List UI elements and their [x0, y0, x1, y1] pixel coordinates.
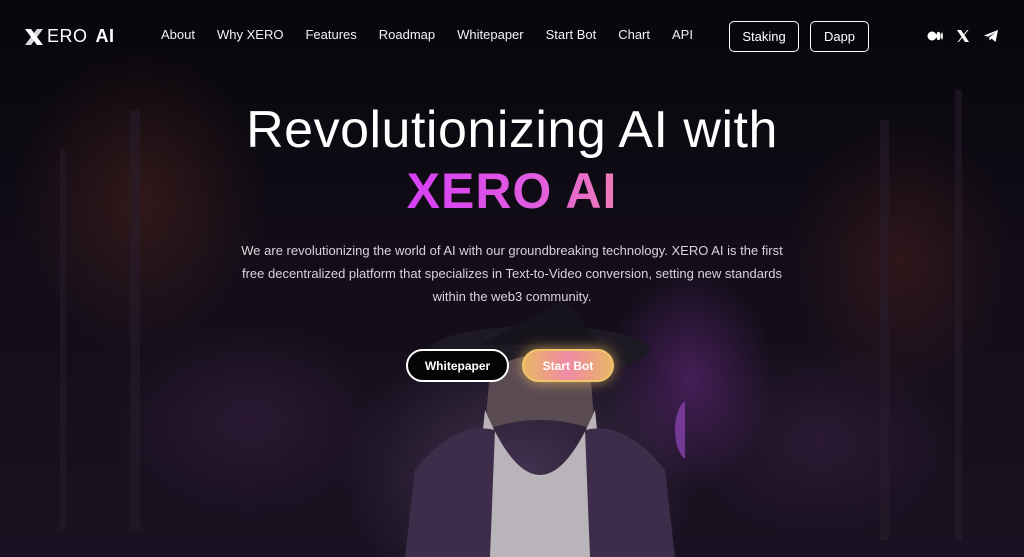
- nav-link-features[interactable]: Features: [305, 27, 356, 42]
- x-logo-icon: [25, 28, 43, 45]
- top-navbar: ERO AI About Why XERO Features Roadmap W…: [0, 0, 1024, 72]
- nav-link-whitepaper[interactable]: Whitepaper: [457, 27, 523, 42]
- medium-icon[interactable]: [927, 28, 943, 44]
- nav-link-why-xero[interactable]: Why XERO: [217, 27, 283, 42]
- nav-link-chart[interactable]: Chart: [618, 27, 650, 42]
- brand-name-suffix: AI: [95, 26, 115, 46]
- hero-description: We are revolutionizing the world of AI w…: [241, 243, 783, 304]
- nav-link-api[interactable]: API: [672, 27, 693, 42]
- dapp-button[interactable]: Dapp: [810, 21, 869, 52]
- whitepaper-button[interactable]: Whitepaper: [406, 349, 509, 382]
- social-links: [927, 28, 999, 44]
- x-twitter-icon[interactable]: [955, 28, 971, 44]
- brand-name-prefix: ERO: [47, 26, 88, 46]
- nav-link-about[interactable]: About: [161, 27, 195, 42]
- nav-link-roadmap[interactable]: Roadmap: [379, 27, 435, 42]
- wizard-illustration: [405, 300, 685, 557]
- nav-link-start-bot[interactable]: Start Bot: [546, 27, 597, 42]
- nav-menu: About Why XERO Features Roadmap Whitepap…: [161, 27, 693, 42]
- telegram-icon[interactable]: [983, 28, 999, 44]
- start-bot-button[interactable]: Start Bot: [522, 349, 614, 382]
- brand-logo[interactable]: ERO AI: [24, 26, 115, 47]
- hero-title-highlight: XERO AI: [406, 163, 618, 219]
- hero-title-line2: XERO AI: [0, 162, 1024, 220]
- hero-title-line1: Revolutionizing AI with: [246, 101, 778, 159]
- staking-button[interactable]: Staking: [729, 21, 799, 52]
